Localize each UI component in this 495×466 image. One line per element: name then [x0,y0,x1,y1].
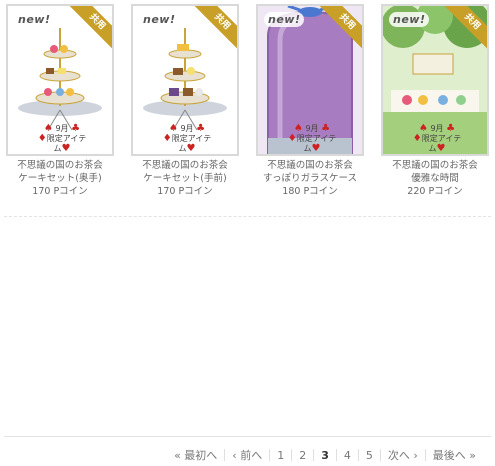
diamond-icon: ♦ [37,133,47,144]
new-label: new! [389,12,430,27]
heart-icon: ♥ [61,143,71,154]
limited-badge: ♠ 9月 ♣ ♦限定アイテム♥ [411,123,463,154]
page-link-2[interactable]: 2 [292,449,313,462]
badge-month: 9月 [305,124,319,133]
club-icon: ♣ [446,123,456,134]
item-card[interactable]: new! 共用 ♠ 9月 ♣ ♦限定アイテム♥ 不思議の国のお茶会 すっぽりガラ… [254,4,366,198]
item-card[interactable]: new! 共用 ♠ 9月 ♣ ♦限定アイテム♥ 不思議の国のお茶会 優雅な時間 … [379,4,491,198]
item-subname[interactable]: ケーキセット(奥手) [4,172,116,185]
next-page-link[interactable]: 次へ › [381,447,425,463]
pagination: « 最初へ ‹ 前へ 1 2 3 4 5 次へ › 最後へ » [0,445,495,465]
pager-separator [4,436,491,437]
club-icon: ♣ [196,123,206,134]
heart-icon: ♥ [436,143,446,154]
heart-icon: ♥ [186,143,196,154]
item-thumbnail[interactable]: new! 共用 ♠ 9月 ♣ ♦限定アイテム♥ [256,4,364,156]
item-card[interactable]: new! 共用 ♠ 9月 ♣ ♦限定アイテム♥ 不思議の国のお茶会 ケーキセット… [4,4,116,198]
heart-icon: ♥ [311,143,321,154]
last-page-link[interactable]: 最後へ » [426,447,483,463]
new-label: new! [139,12,180,27]
page-link-4[interactable]: 4 [337,449,358,462]
new-label: new! [14,12,55,27]
limited-badge: ♠ 9月 ♣ ♦限定アイテム♥ [286,123,338,154]
badge-month: 9月 [430,124,444,133]
club-icon: ♣ [321,123,331,134]
prev-page-link[interactable]: ‹ 前へ [225,447,269,463]
item-name[interactable]: 不思議の国のお茶会 [379,159,491,172]
item-price: 170 Pコイン [32,186,88,197]
item-name[interactable]: 不思議の国のお茶会 [4,159,116,172]
row-separator [4,216,491,217]
current-page: 3 [321,448,329,462]
item-card[interactable]: new! 共用 ♠ 9月 ♣ ♦限定アイテム♥ 不思議の国のお茶会 ケーキセット… [129,4,241,198]
item-name[interactable]: 不思議の国のお茶会 [254,159,366,172]
item-subname[interactable]: 優雅な時間 [379,172,491,185]
item-price: 170 Pコイン [157,186,213,197]
diamond-icon: ♦ [287,133,297,144]
badge-month: 9月 [180,124,194,133]
page-link-1[interactable]: 1 [270,449,291,462]
badge-month: 9月 [55,124,69,133]
page-link-5[interactable]: 5 [359,449,380,462]
item-subname[interactable]: すっぽりガラスケース [254,172,366,185]
club-icon: ♣ [71,123,81,134]
item-subname[interactable]: ケーキセット(手前) [129,172,241,185]
limited-badge: ♠ 9月 ♣ ♦限定アイテム♥ [36,123,88,154]
first-page-link[interactable]: « 最初へ [167,447,224,463]
item-price: 220 Pコイン [407,186,463,197]
new-label: new! [264,12,305,27]
diamond-icon: ♦ [162,133,172,144]
diamond-icon: ♦ [412,133,422,144]
item-thumbnail[interactable]: new! 共用 ♠ 9月 ♣ ♦限定アイテム♥ [131,4,239,156]
item-name[interactable]: 不思議の国のお茶会 [129,159,241,172]
limited-badge: ♠ 9月 ♣ ♦限定アイテム♥ [161,123,213,154]
item-thumbnail[interactable]: new! 共用 ♠ 9月 ♣ ♦限定アイテム♥ [6,4,114,156]
item-price: 180 Pコイン [282,186,338,197]
item-thumbnail[interactable]: new! 共用 ♠ 9月 ♣ ♦限定アイテム♥ [381,4,489,156]
